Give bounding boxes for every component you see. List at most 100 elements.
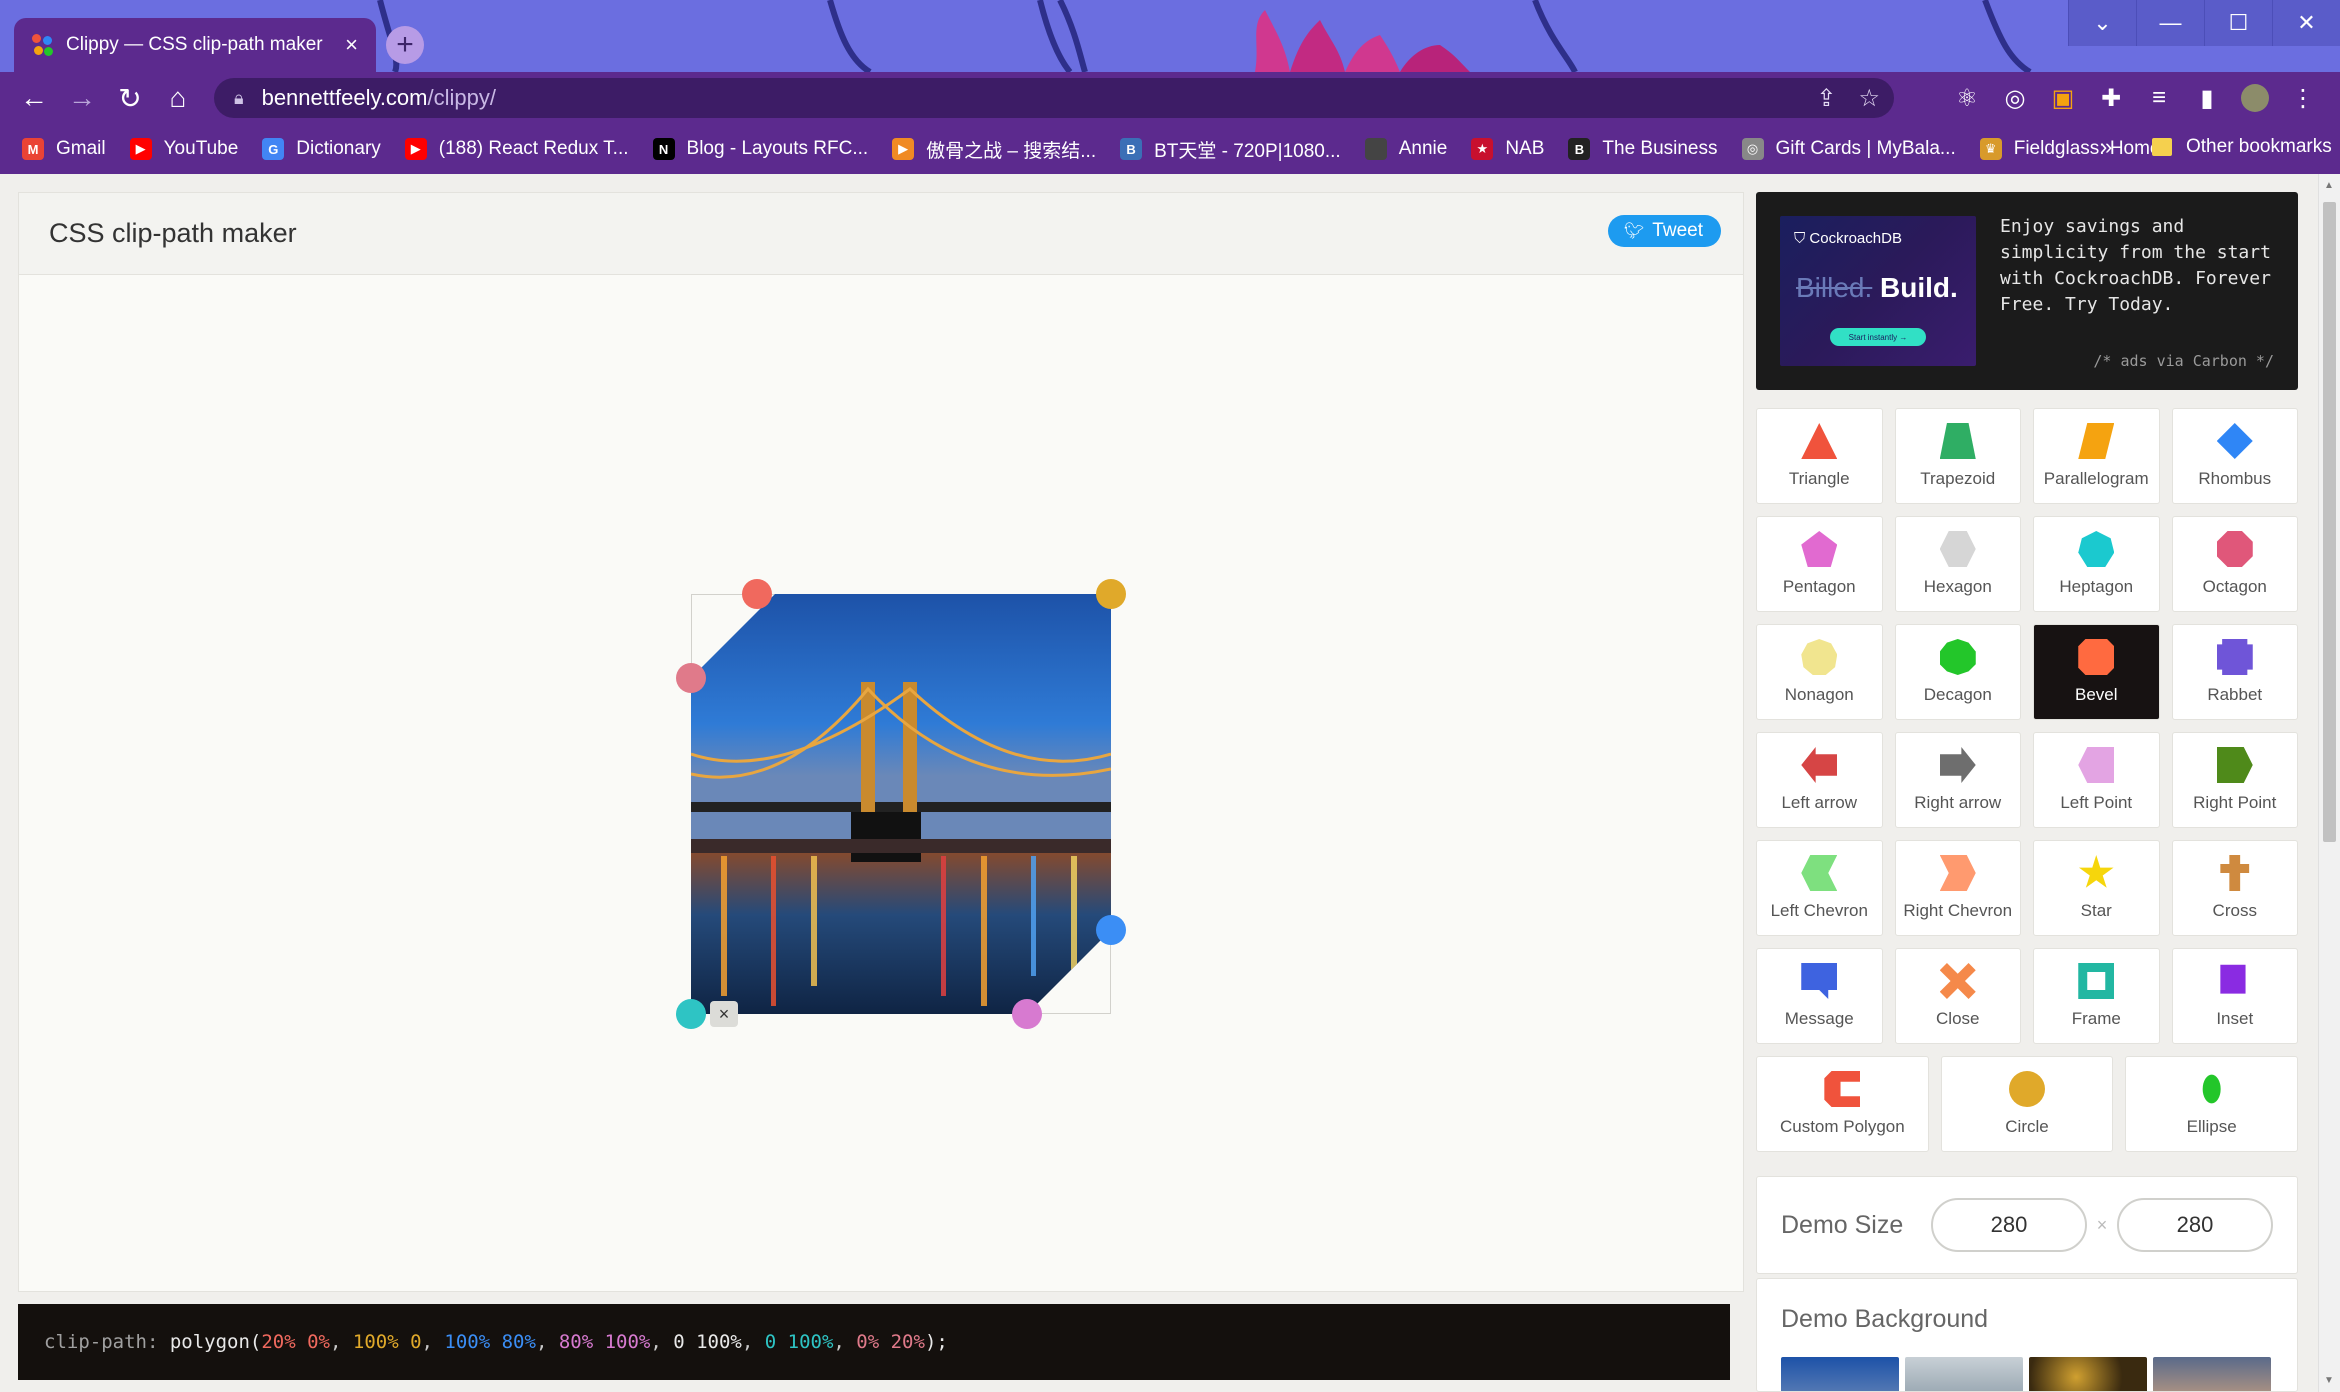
forward-arrow-icon[interactable]: → [58, 74, 106, 122]
side-panel-icon[interactable]: ▮ [2190, 78, 2224, 118]
background-thumb-bridge[interactable] [1781, 1357, 1899, 1391]
reload-icon[interactable]: ↻ [106, 74, 154, 122]
background-thumb-fireworks[interactable] [2029, 1357, 2147, 1391]
bookmark-item[interactable]: G Dictionary [262, 138, 381, 160]
shape-rhombus-button[interactable]: Rhombus [2171, 408, 2298, 504]
bookmark-item[interactable]: B The Business [1568, 138, 1718, 160]
shape-right-arrow-button[interactable]: Right arrow [1894, 732, 2021, 828]
shape-frame-button[interactable]: Frame [2033, 948, 2160, 1044]
url-text: bennettfeely.com/clippy/ [262, 85, 496, 111]
shape-parallelogram-button[interactable]: Parallelogram [2033, 408, 2160, 504]
bookmark-star-icon[interactable]: ☆ [1858, 84, 1880, 113]
shape-message-button[interactable]: Message [1756, 948, 1883, 1044]
shape-bevel-button[interactable]: Bevel [2033, 624, 2160, 720]
shape-label: Right Chevron [1903, 901, 2013, 920]
shape-heptagon-button[interactable]: Heptagon [2033, 516, 2160, 612]
circle-icon [2009, 1071, 2045, 1107]
demo-size-panel: Demo Size 280 × 280 [1756, 1176, 2298, 1274]
shape-ellipse-button[interactable]: Ellipse [2125, 1056, 2299, 1152]
shape-rabbet-button[interactable]: Rabbet [2171, 624, 2298, 720]
scrollbar-thumb[interactable] [2323, 202, 2336, 842]
bookmark-item[interactable]: ◎ Gift Cards | MyBala... [1741, 138, 1956, 160]
shape-inset-button[interactable]: Inset [2171, 948, 2298, 1044]
shape-cross-button[interactable]: Cross [2171, 840, 2298, 936]
demo-width-input[interactable]: 280 [1931, 1198, 2087, 1252]
nonagon-icon [1801, 639, 1838, 675]
extensions-puzzle-icon[interactable]: ✚ [2094, 78, 2128, 118]
address-bar[interactable]: 🔒︎ bennettfeely.com/clippy/ ⇪ ☆ [214, 78, 1894, 118]
scroll-up-icon[interactable]: ▲ [2324, 180, 2334, 191]
background-thumb-sunset[interactable] [2153, 1357, 2271, 1391]
demo-height-input[interactable]: 280 [2117, 1198, 2273, 1252]
remove-point-button[interactable]: × [710, 1001, 738, 1027]
shape-hexagon-button[interactable]: Hexagon [1894, 516, 2021, 612]
shape-star-button[interactable]: Star [2033, 840, 2160, 936]
shape-label: Left arrow [1781, 793, 1858, 812]
shape-trapezoid-button[interactable]: Trapezoid [1894, 408, 2021, 504]
bookmark-label: The Business [1602, 138, 1718, 159]
bookmark-item[interactable]: ▶ (188) React Redux T... [404, 138, 629, 160]
clip-handle-5[interactable] [676, 999, 706, 1029]
bookmarks-overflow-icon[interactable]: » [2100, 134, 2112, 160]
shape-presets: Triangle Trapezoid Parallelogram Rhombus Pen… [1756, 408, 2299, 1164]
shape-left-point-button[interactable]: Left Point [2033, 732, 2160, 828]
code-point: 80% 100% [558, 1331, 651, 1353]
carbon-ad[interactable]: ⛉ CockroachDB Billed. Build. Start insta… [1756, 192, 2298, 390]
shape-row: Left arrow Right arrow Left Point Right Poi… [1756, 732, 2298, 828]
extension-target-icon[interactable]: ◎ [1998, 78, 2032, 118]
bookmark-item[interactable]: N Blog - Layouts RFC... [652, 138, 868, 160]
message-icon [1801, 963, 1838, 999]
bookmark-item[interactable]: Annie [1364, 138, 1447, 160]
back-arrow-icon[interactable]: ← [10, 74, 58, 122]
clip-handle-3[interactable] [1096, 915, 1126, 945]
shape-right-chevron-button[interactable]: Right Chevron [1894, 840, 2021, 936]
shape-close-button[interactable]: Close [1894, 948, 2021, 1044]
demo-background-panel: Demo Background [1756, 1278, 2298, 1392]
clip-handle-2[interactable] [1096, 579, 1126, 609]
shape-right-point-button[interactable]: Right Point [2171, 732, 2298, 828]
bookmark-item[interactable]: B BT天堂 - 720P|1080... [1120, 136, 1341, 163]
shape-decagon-button[interactable]: Decagon [1894, 624, 2021, 720]
shape-octagon-button[interactable]: Octagon [2171, 516, 2298, 612]
ad-attribution: /* ads via Carbon */ [2093, 352, 2274, 370]
shape-custom-polygon-button[interactable]: Custom Polygon [1756, 1056, 1929, 1152]
shape-left-arrow-button[interactable]: Left arrow [1756, 732, 1883, 828]
nab-icon: ★ [1471, 138, 1494, 160]
home-icon[interactable]: ⌂ [154, 74, 202, 122]
tab-close-icon[interactable]: × [345, 32, 358, 58]
bookmark-item[interactable]: M Gmail [22, 138, 106, 160]
shape-triangle-button[interactable]: Triangle [1756, 408, 1883, 504]
youtube-icon: ▶ [404, 138, 427, 160]
close-window-icon[interactable]: ✕ [2272, 0, 2340, 46]
page-scrollbar[interactable]: ▲ ▼ [2318, 174, 2340, 1392]
clip-handle-6[interactable] [676, 663, 706, 693]
minimize-icon[interactable]: — [2136, 0, 2204, 46]
shape-nonagon-button[interactable]: Nonagon [1756, 624, 1883, 720]
bookmark-item[interactable]: ♛ Fieldglass: Home [1979, 138, 2161, 160]
clip-handle-1[interactable] [742, 579, 772, 609]
shape-circle-button[interactable]: Circle [1940, 1056, 2114, 1152]
background-thumb-mountains[interactable] [1905, 1357, 2023, 1391]
profile-avatar[interactable] [2238, 78, 2272, 118]
browser-menu-icon[interactable]: ⋮ [2286, 78, 2320, 118]
tab-search-icon[interactable]: ⌄ [2068, 0, 2136, 46]
clip-path-code-output[interactable]: clip-path: polygon( 20% 0%, 100% 0, 100%… [18, 1304, 1730, 1380]
new-tab-button[interactable]: + [386, 26, 424, 64]
clip-handle-4[interactable] [1012, 999, 1042, 1029]
extension-notes-icon[interactable]: ▣ [2046, 78, 2080, 118]
media-controls-icon[interactable]: ≡ [2142, 78, 2176, 118]
shape-label: Hexagon [1923, 577, 1992, 596]
bookmark-item[interactable]: ▶ YouTube [129, 138, 238, 160]
react-devtools-icon[interactable]: ⚛ [1950, 78, 1984, 118]
tweet-button[interactable]: 🐦︎ Tweet [1607, 215, 1721, 247]
other-bookmarks-folder[interactable]: Other bookmarks [2152, 136, 2332, 158]
scroll-down-icon[interactable]: ▼ [2324, 1375, 2334, 1386]
maximize-icon[interactable]: ☐ [2204, 0, 2272, 46]
shape-label: Bevel [2074, 685, 2118, 704]
browser-tab-active[interactable]: Clippy — CSS clip-path maker × [14, 18, 376, 72]
bookmark-item[interactable]: ★ NAB [1471, 138, 1544, 160]
bookmark-item[interactable]: ▶ 傲骨之战 – 搜索结... [892, 136, 1096, 163]
shape-left-chevron-button[interactable]: Left Chevron [1756, 840, 1883, 936]
shape-pentagon-button[interactable]: Pentagon [1756, 516, 1883, 612]
share-icon[interactable]: ⇪ [1816, 84, 1836, 113]
